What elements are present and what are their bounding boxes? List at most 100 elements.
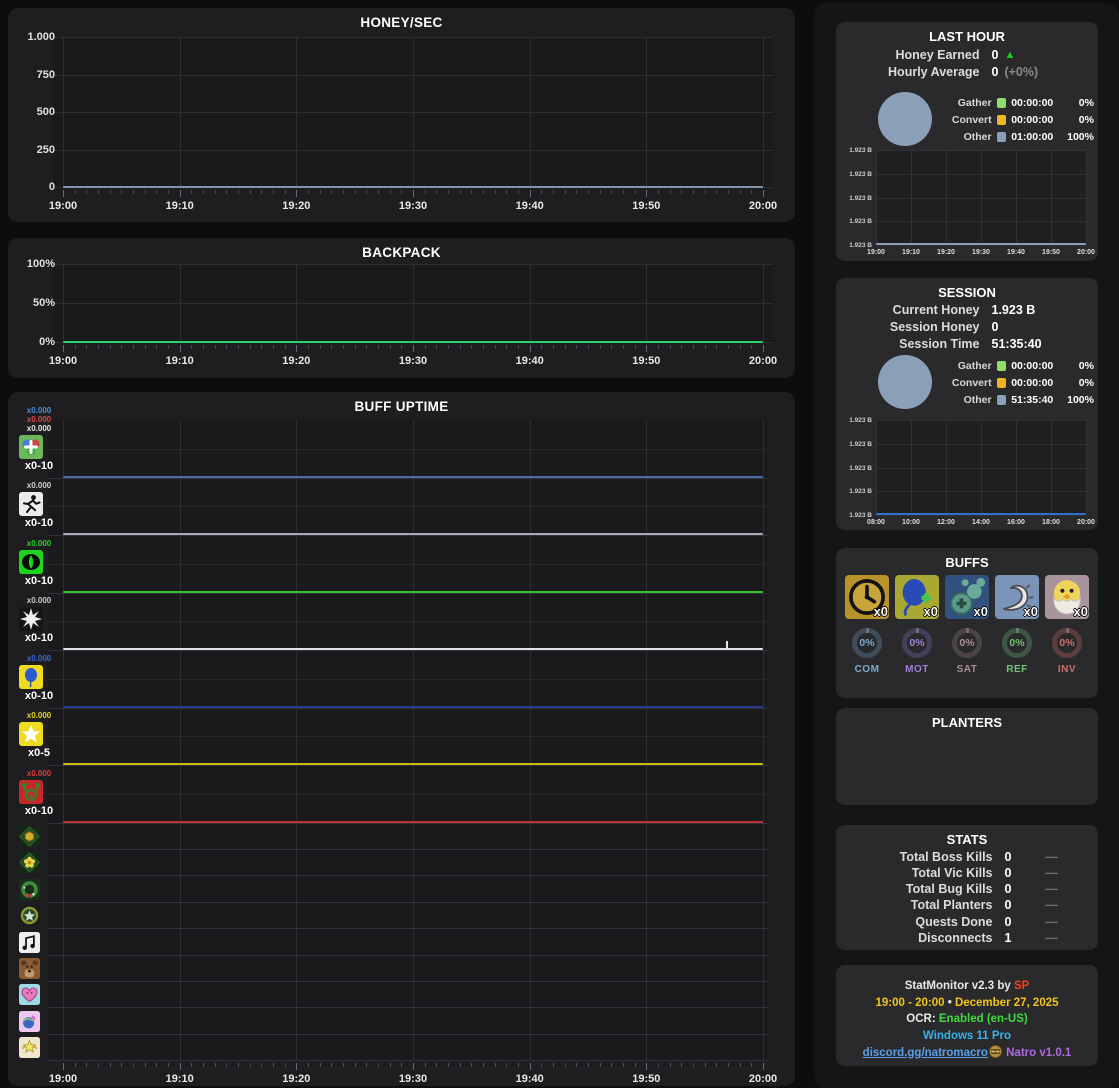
axis-tick (681, 1063, 683, 1068)
axis-tick (144, 190, 146, 194)
legend-time: 00:00:00 (1011, 96, 1054, 109)
legend-percent: 0% (1078, 96, 1094, 109)
x-axis-label: 19:50 (632, 1073, 661, 1086)
stat-value: 51:35:40 (992, 337, 1080, 351)
axis-tick (658, 345, 659, 349)
stats-row: Total Boss Kills 0 — (836, 848, 1098, 865)
stats-row-trend-dash: — (1045, 882, 1058, 897)
axis-tick (564, 345, 566, 349)
balloon-buff-slot: x0 (895, 575, 939, 619)
footer-segment: Enabled (en-US) (938, 1013, 1028, 1025)
axis-tick (739, 1063, 741, 1068)
buff-range-label: x0-10 (24, 459, 54, 472)
pop-starburst-uptime-line (63, 648, 763, 650)
h-gridline (48, 793, 767, 795)
axis-tick (494, 345, 496, 349)
axis-tick (389, 1063, 391, 1068)
stats-row-label: Total Planters (910, 898, 993, 913)
white-star-icon (19, 722, 43, 746)
buff-row-label-group: x0.000 x0-5 (19, 711, 59, 759)
discord-link[interactable]: discord.gg/natromacro (863, 1047, 988, 1059)
x-axis-label: 19:30 (972, 249, 990, 256)
gauge-value: 0% (959, 637, 975, 649)
axis-tick (716, 1063, 718, 1068)
last-hour-card: LAST HOUR Honey Earned 0 ▲ Hourly Average 0(… (836, 22, 1098, 261)
axis-tick (86, 345, 88, 349)
axis-tick (203, 345, 204, 349)
buff-stack-count: x0 (973, 604, 988, 619)
x-axis-label: 19:20 (282, 355, 311, 367)
gauge-ring-sat: 0% (952, 628, 982, 658)
clock-buff-slot: x0 (845, 575, 889, 619)
axis-tick (121, 1063, 123, 1068)
axis-tick (646, 190, 648, 197)
axis-tick (308, 190, 309, 194)
gauge-label: MOT (905, 664, 929, 675)
gauge-mot: 0% MOT (895, 628, 939, 675)
h-gridline (48, 822, 767, 824)
backpack-panel: BACKPACK 100% 50% 0% 19:00 19:10 19:20 19:30 19… (8, 238, 795, 378)
axis-tick (331, 345, 333, 349)
bubbles-buff-slot: x0 (945, 575, 989, 619)
stat-row: Session Honey 0 (836, 318, 1098, 335)
x-axis-label: 20:00 (748, 1073, 778, 1086)
axis-tick (63, 1063, 64, 1071)
buff-uptime-plot-area (48, 420, 767, 1061)
smitten-heart-icon (19, 984, 40, 1006)
axis-tick (261, 190, 263, 194)
legend-row: Other 51:35:40 100% (930, 391, 1094, 408)
axis-tick (529, 1063, 531, 1071)
about-card: StatMonitor v2.3 by SP 19:00 - 20:00 • De… (836, 965, 1098, 1066)
x-axis-label: 19:00 (48, 200, 78, 212)
h-gridline (48, 736, 767, 738)
x-axis-label: 19:40 (515, 200, 544, 212)
y-axis-label: 1.923 B (849, 440, 872, 448)
stats-row: Total Planters 0 — (836, 897, 1098, 914)
stats-row-value: 1 (1004, 931, 1012, 945)
axis-tick (634, 345, 636, 349)
axis-tick (728, 190, 729, 194)
activity-pie-chart (878, 92, 932, 146)
x-axis-label: 19:20 (937, 249, 955, 256)
footer-segment: December 27, 2025 (954, 996, 1059, 1009)
legend-percent: 0% (1078, 376, 1094, 389)
buff-row-label-group: x0.000 x0-10 (19, 596, 59, 644)
stat-row: Session Time 51:35:40 (836, 335, 1098, 352)
reindeer-uptime-line (63, 820, 763, 823)
h-gridline (48, 1007, 767, 1009)
h-gridline (48, 875, 767, 877)
wave-buff-slot: x0 (995, 575, 1039, 619)
axis-tick (319, 1063, 321, 1068)
backpack-series-line (63, 341, 763, 343)
h-gridline (48, 448, 767, 450)
stat-value-number: 1.923 B (991, 302, 1036, 317)
y-axis-label: 1.923 B (849, 218, 872, 226)
axis-tick (273, 1063, 274, 1068)
axis-tick (401, 1063, 403, 1068)
buff-row-label-group (19, 984, 59, 1006)
buff-multiplier-label: x0.000 (26, 414, 52, 424)
axis-tick (226, 190, 228, 194)
y-axis-label: 1.923 B (849, 170, 872, 178)
legend-label: Convert (951, 113, 992, 126)
axis-tick (401, 190, 403, 194)
axis-tick (121, 345, 123, 349)
buff-range-label: x0-5 (27, 747, 51, 759)
legend-row: Gather 00:00:00 0% (930, 357, 1094, 374)
stat-label: Session Time (899, 336, 980, 351)
axis-tick (389, 345, 391, 349)
h-gridline (48, 980, 767, 982)
axis-tick (599, 345, 601, 349)
axis-tick (529, 190, 531, 197)
x-axis-label: 19:30 (398, 1073, 428, 1086)
axis-tick (471, 1063, 473, 1068)
axis-tick (378, 190, 379, 194)
axis-tick (623, 190, 624, 194)
legend-row: Other 01:00:00 100% (930, 128, 1094, 145)
axis-tick (413, 345, 414, 352)
axis-tick (296, 1063, 298, 1071)
gauge-notch (915, 628, 919, 633)
h-gridline (48, 765, 767, 766)
gauge-notch (965, 628, 969, 633)
axis-tick (424, 1063, 426, 1068)
